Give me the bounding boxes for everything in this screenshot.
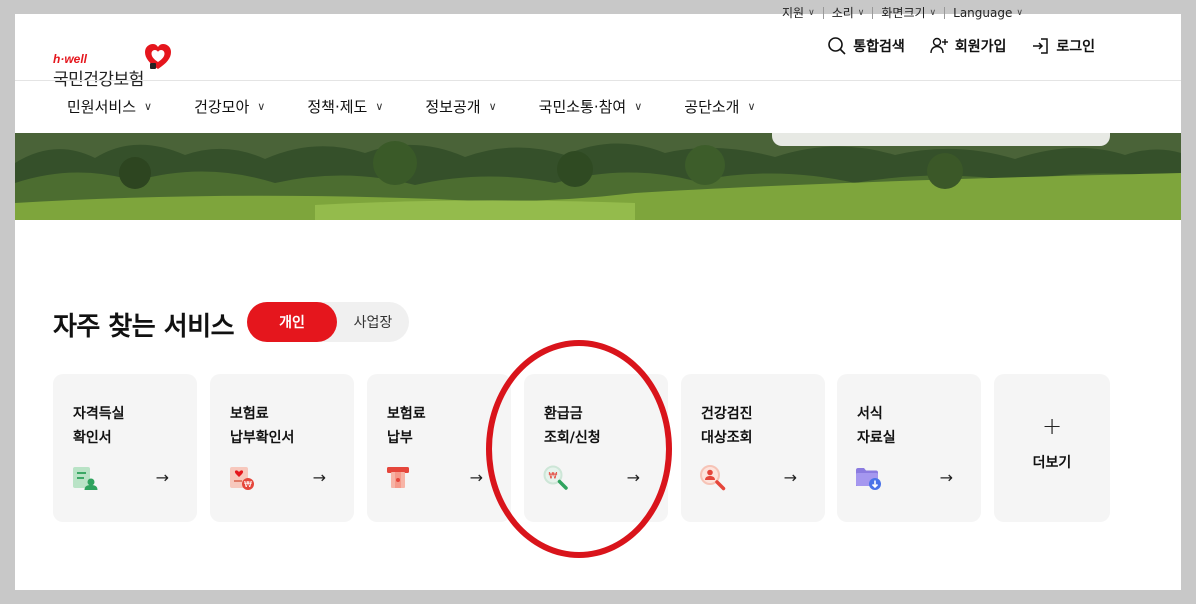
service-card-premium-confirm[interactable]: 보험료 납부확인서 ₩ →: [210, 374, 354, 522]
service-card-forms[interactable]: 서식 자료실 →: [837, 374, 981, 522]
chevron-down-icon: ∨: [375, 100, 384, 113]
card-label: 환급금 조회/신청: [544, 406, 601, 446]
arrow-right-icon: →: [155, 468, 169, 487]
logo-subtitle: h·well: [53, 52, 88, 66]
banner-search-box[interactable]: [772, 133, 1110, 146]
login-button[interactable]: 로그인: [1030, 36, 1095, 56]
chevron-down-icon: ∨: [144, 100, 153, 113]
service-type-toggle: 개인 사업장: [247, 302, 409, 342]
service-card-checkup[interactable]: 건강검진 대상조회 →: [681, 374, 825, 522]
payment-confirm-icon: ₩: [230, 467, 254, 490]
nav-item-health-moa[interactable]: 건강모아 ∨: [194, 96, 265, 117]
toggle-business[interactable]: 사업장: [343, 302, 403, 342]
card-label: 자격득실 확인서: [73, 406, 125, 446]
utility-sound[interactable]: 소리 ∨: [824, 4, 873, 21]
service-card-premium-payment[interactable]: 보험료 납부 →: [367, 374, 511, 522]
integrated-search-button[interactable]: 통합검색: [827, 36, 905, 56]
arrow-right-icon: →: [939, 468, 953, 487]
main-navigation: 민원서비스 ∨ 건강모아 ∨ 정책·제도 ∨ 정보공개 ∨ 국민소통·참여 ∨ 공단소개 ∨: [67, 96, 798, 117]
nav-label: 정책·제도: [307, 98, 368, 116]
logo-title: 국민건강보험: [53, 70, 144, 90]
folder-download-icon: [856, 468, 881, 490]
card-label: 보험료 납부: [387, 406, 426, 446]
nav-label: 건강모아: [194, 98, 250, 116]
landscape-illustration: [15, 133, 1181, 220]
utility-screen-size[interactable]: 화면크기 ∨: [873, 4, 944, 21]
nav-label: 정보공개: [425, 98, 481, 116]
header-actions: 통합검색 회원가입 로그인: [827, 36, 1095, 56]
nav-label: 민원서비스: [67, 98, 137, 116]
service-card-qualification[interactable]: 자격득실 확인서 →: [53, 374, 197, 522]
nav-label: 국민소통·참여: [538, 98, 627, 116]
toggle-individual[interactable]: 개인: [247, 302, 337, 342]
nav-item-policy[interactable]: 정책·제도 ∨: [307, 96, 383, 117]
utility-label: 소리: [831, 6, 854, 20]
more-services-button[interactable]: + 더보기: [994, 374, 1110, 522]
chevron-down-icon: ∨: [808, 7, 815, 18]
signup-label: 회원가입: [954, 39, 1007, 55]
chevron-down-icon: ∨: [488, 100, 497, 113]
utility-label: 화면크기: [881, 6, 926, 20]
search-icon: [828, 37, 846, 55]
arrow-right-icon: →: [783, 468, 797, 487]
nav-item-communication[interactable]: 국민소통·참여 ∨: [539, 96, 643, 117]
nav-label: 공단소개: [684, 98, 740, 116]
payment-icon: [387, 467, 409, 488]
arrow-right-icon: →: [469, 468, 483, 487]
chevron-down-icon: ∨: [257, 100, 266, 113]
nav-item-about[interactable]: 공단소개 ∨: [684, 96, 755, 117]
more-label: 더보기: [1032, 455, 1072, 471]
utility-language[interactable]: Language ∨: [945, 6, 1031, 20]
nhis-logo[interactable]: h·well 국민건강보험: [53, 30, 193, 90]
chevron-down-icon: ∨: [747, 100, 756, 113]
nav-item-disclosure[interactable]: 정보공개 ∨: [425, 96, 496, 117]
section-title: 자주 찾는 서비스: [53, 312, 235, 342]
chevron-down-icon: ∨: [929, 7, 937, 18]
search-label: 통합검색: [853, 39, 905, 55]
certificate-icon: [73, 467, 98, 490]
utility-support[interactable]: 지원 ∨: [774, 4, 823, 21]
login-icon: [1033, 38, 1049, 54]
svg-text:₩: ₩: [244, 480, 252, 489]
card-label: 보험료 납부확인서: [230, 406, 295, 446]
plus-icon: +: [1041, 412, 1063, 440]
card-label: 서식 자료실: [857, 406, 896, 446]
chevron-down-icon: ∨: [634, 100, 643, 113]
chevron-down-icon: ∨: [857, 7, 865, 18]
arrow-right-icon: →: [312, 468, 326, 487]
hero-banner-image: [15, 133, 1181, 220]
utility-bar: 지원 ∨ 소리 ∨ 화면크기 ∨ Language ∨: [774, 4, 1031, 21]
nav-item-civil-service[interactable]: 민원서비스 ∨: [67, 96, 152, 117]
signup-button[interactable]: 회원가입: [929, 36, 1007, 56]
utility-label: 지원: [782, 6, 805, 20]
service-card-refund[interactable]: 환급금 조회/신청 ₩ →: [524, 374, 668, 522]
heart-icon: [145, 44, 171, 69]
checkup-search-icon: [700, 465, 726, 491]
add-user-icon: [930, 37, 948, 54]
utility-label: Language: [953, 5, 1013, 20]
svg-text:₩: ₩: [549, 472, 558, 482]
chevron-down-icon: ∨: [1016, 7, 1023, 18]
refund-search-icon: ₩: [543, 465, 568, 490]
card-label: 건강검진 대상조회: [701, 406, 753, 446]
login-label: 로그인: [1056, 39, 1095, 55]
page-frame: h·well 국민건강보험 통합검색 회원가입 로그인 민원서비스 ∨ 건강모아 ∨…: [15, 14, 1181, 590]
header-divider: [15, 80, 1181, 81]
arrow-right-icon: →: [626, 468, 640, 487]
